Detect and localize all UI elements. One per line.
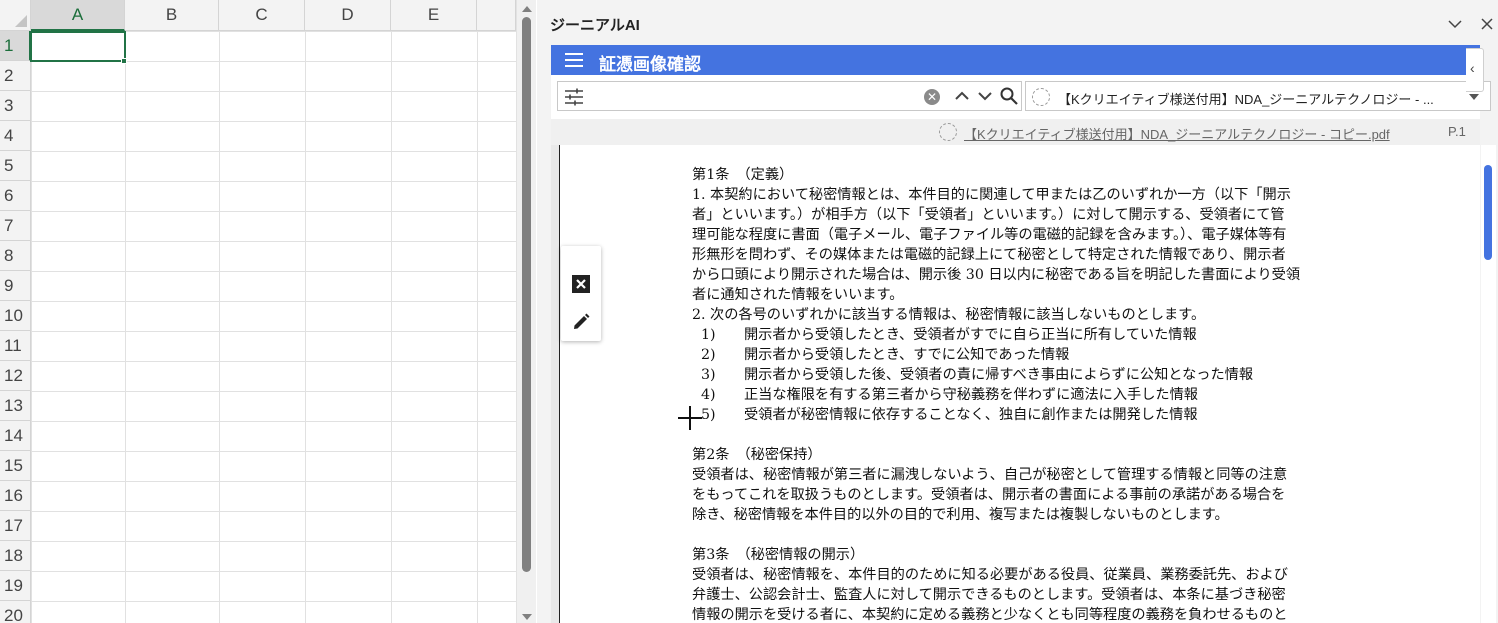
pencil-icon[interactable] bbox=[571, 312, 591, 332]
column-header-b[interactable]: B bbox=[125, 0, 219, 31]
chevron-down-icon[interactable] bbox=[1447, 16, 1463, 32]
dropdown-caret-icon[interactable] bbox=[1469, 94, 1479, 100]
side-expand-tab[interactable]: ‹ bbox=[1466, 48, 1484, 92]
row-header[interactable]: 6 bbox=[0, 181, 31, 211]
row-header[interactable]: 19 bbox=[0, 571, 31, 601]
doc-line: 2. 次の各号のいずれかに該当する情報は、秘密情報に該当しないものとします。 bbox=[692, 307, 1206, 323]
row-header[interactable]: 4 bbox=[0, 121, 31, 151]
row-header[interactable]: 12 bbox=[0, 361, 31, 391]
row-header[interactable]: 16 bbox=[0, 481, 31, 511]
column-header-e[interactable]: E bbox=[391, 0, 477, 31]
scroll-up-arrow-icon[interactable] bbox=[522, 6, 532, 12]
doc-line: 第2条 （秘密保持） bbox=[692, 447, 822, 463]
viewer-scrollbar[interactable] bbox=[1481, 145, 1496, 623]
fill-handle[interactable] bbox=[121, 58, 127, 64]
doc-line: 1. 本契約において秘密情報とは、本件目的に関連して甲または乙のいずれか一方（以… bbox=[692, 187, 1291, 203]
viewer-scrollbar-thumb[interactable] bbox=[1484, 165, 1492, 260]
doc-line: 情報の開示を受ける者に、本契約に定める義務と少なくとも同等程度の義務を負わせるも… bbox=[692, 607, 1288, 623]
cell-grid[interactable] bbox=[31, 31, 516, 623]
task-pane: ジーニアルAI 証憑画像確認 ✕ 【Kクリエイティブ様送付用】NDA_ジーニアル… bbox=[537, 0, 1498, 623]
app-title: 証憑画像確認 bbox=[599, 55, 701, 74]
doc-line: をもってこれを取扱うものとします。受領者は、開示者の書面による事前の承諾がある場… bbox=[692, 487, 1286, 503]
search-icon[interactable] bbox=[1000, 87, 1018, 105]
row-header[interactable]: 9 bbox=[0, 271, 31, 301]
doc-line: 受領者は、秘密情報が第三者に漏洩しないよう、自己が秘密として管理する情報と同等の… bbox=[692, 467, 1288, 483]
column-header-f[interactable] bbox=[477, 0, 516, 31]
column-header-a[interactable]: A bbox=[31, 0, 125, 31]
scroll-down-arrow-icon[interactable] bbox=[522, 614, 532, 620]
row-header[interactable]: 7 bbox=[0, 211, 31, 241]
column-headers: A B C D E bbox=[31, 0, 516, 31]
doc-line: 受領者は、秘密情報を、本件目的のために知る必要がある役員、従業員、業務委託先、お… bbox=[692, 567, 1288, 583]
spreadsheet[interactable]: A B C D E 1 2 3 4 5 6 7 8 9 10 11 12 13 … bbox=[0, 0, 516, 623]
row-header[interactable]: 3 bbox=[0, 91, 31, 121]
page-indicator: P.1 bbox=[1448, 124, 1466, 139]
doc-line: 形無形を問わず、その媒体または電磁的記録上にて秘密として特定された情報であり、開… bbox=[692, 247, 1286, 263]
loading-spinner-icon bbox=[1032, 88, 1050, 106]
file-info-bar: 【Kクリエイティブ様送付用】NDA_ジーニアルテクノロジー - コピー.pdf … bbox=[551, 119, 1480, 145]
chevron-down-icon[interactable] bbox=[977, 87, 993, 105]
app-header: 証憑画像確認 bbox=[551, 45, 1480, 75]
doc-line: 5) 受領者が秘密情報に依存することなく、独自に創作または開発した情報 bbox=[692, 407, 1198, 423]
document-page: 第1条 （定義） 1. 本契約において秘密情報とは、本件目的に関連して甲または乙… bbox=[559, 145, 1480, 623]
row-header[interactable]: 17 bbox=[0, 511, 31, 541]
selected-cell-a1[interactable] bbox=[30, 31, 126, 62]
row-headers: 1 2 3 4 5 6 7 8 9 10 11 12 13 14 15 16 1… bbox=[0, 31, 31, 623]
chevron-up-icon[interactable] bbox=[954, 87, 970, 105]
annotation-toolbar bbox=[561, 246, 601, 341]
doc-line: 4) 正当な権限を有する第三者から守秘義務を伴わずに適法に入手した情報 bbox=[692, 387, 1198, 403]
row-header[interactable]: 13 bbox=[0, 391, 31, 421]
close-icon[interactable] bbox=[1479, 16, 1495, 32]
document-viewer[interactable]: 第1条 （定義） 1. 本契約において秘密情報とは、本件目的に関連して甲または乙… bbox=[551, 145, 1480, 623]
doc-line: 1) 開示者から受領したとき、受領者がすでに自ら正当に所有していた情報 bbox=[692, 327, 1197, 343]
document-text: 第1条 （定義） 1. 本契約において秘密情報とは、本件目的に関連して甲または乙… bbox=[692, 165, 1362, 623]
row-header[interactable]: 20 bbox=[0, 601, 31, 623]
column-header-d[interactable]: D bbox=[305, 0, 391, 31]
doc-line: 者に通知された情報をいいます。 bbox=[692, 287, 904, 303]
close-box-icon[interactable] bbox=[571, 274, 591, 294]
doc-line: 3) 開示者から受領した後、受領者の責に帰すべき事由によらずに公知となった情報 bbox=[692, 367, 1254, 383]
row-header[interactable]: 15 bbox=[0, 451, 31, 481]
row-header[interactable]: 18 bbox=[0, 541, 31, 571]
row-header[interactable]: 2 bbox=[0, 61, 31, 91]
search-box[interactable]: ✕ bbox=[557, 81, 1022, 111]
clear-search-icon[interactable]: ✕ bbox=[924, 89, 940, 105]
doc-line: 第3条 （秘密情報の開示） bbox=[692, 547, 865, 563]
row-header[interactable]: 10 bbox=[0, 301, 31, 331]
document-select[interactable]: 【Kクリエイティブ様送付用】NDA_ジーニアルテクノロジー - ... bbox=[1025, 81, 1491, 111]
addin-app: 証憑画像確認 ✕ 【Kクリエイティブ様送付用】NDA_ジーニアルテクノロジー -… bbox=[551, 45, 1496, 623]
document-select-value: 【Kクリエイティブ様送付用】NDA_ジーニアルテクノロジー - ... bbox=[1058, 92, 1434, 107]
doc-line: 除き、秘密情報を本件目的以外の目的で利用、複写または複製しないものとします。 bbox=[692, 507, 1229, 523]
loading-spinner-icon bbox=[939, 123, 957, 141]
side-tab-chevron-icon: ‹ bbox=[1470, 60, 1475, 76]
doc-line: 第1条 （定義） bbox=[692, 167, 794, 183]
doc-line: 理可能な程度に書面（電子メール、電子ファイル等の電磁的記録を含みます。）、電子媒… bbox=[692, 227, 1287, 243]
pane-title: ジーニアルAI bbox=[550, 17, 640, 34]
file-link[interactable]: 【Kクリエイティブ様送付用】NDA_ジーニアルテクノロジー - コピー.pdf bbox=[964, 124, 1390, 143]
sheet-vertical-scrollbar[interactable] bbox=[516, 0, 536, 623]
doc-line: 2) 開示者から受領したとき、すでに公知であった情報 bbox=[692, 347, 1070, 363]
row-header[interactable]: 11 bbox=[0, 331, 31, 361]
doc-line: から口頭により開示された場合は、開示後 30 日以内に秘密である旨を明記した書面… bbox=[692, 267, 1301, 283]
row-header[interactable]: 1 bbox=[0, 31, 31, 61]
filter-sliders-icon[interactable] bbox=[564, 88, 584, 106]
doc-line: 弁護士、公認会計士、監査人に対して開示できるものとします。受領者は、本条に基づき… bbox=[692, 587, 1286, 603]
scrollbar-thumb[interactable] bbox=[522, 17, 531, 572]
select-all-corner[interactable] bbox=[0, 0, 31, 31]
row-header[interactable]: 8 bbox=[0, 241, 31, 271]
column-header-c[interactable]: C bbox=[219, 0, 305, 31]
hamburger-menu-icon[interactable] bbox=[565, 53, 583, 67]
row-header[interactable]: 5 bbox=[0, 151, 31, 181]
doc-line: 者」といいます。）が相手方（以下「受領者」といいます。）に対して開示する、受領者… bbox=[692, 207, 1285, 223]
crosshair-cursor-icon bbox=[676, 404, 704, 432]
row-header[interactable]: 14 bbox=[0, 421, 31, 451]
